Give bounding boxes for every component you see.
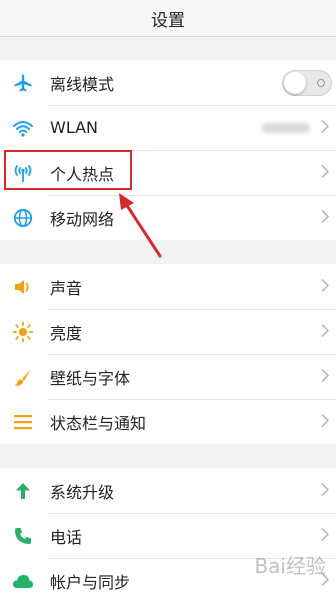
watermark-logo: Bai经验 xyxy=(254,554,326,578)
annotation-arrow xyxy=(119,193,162,258)
